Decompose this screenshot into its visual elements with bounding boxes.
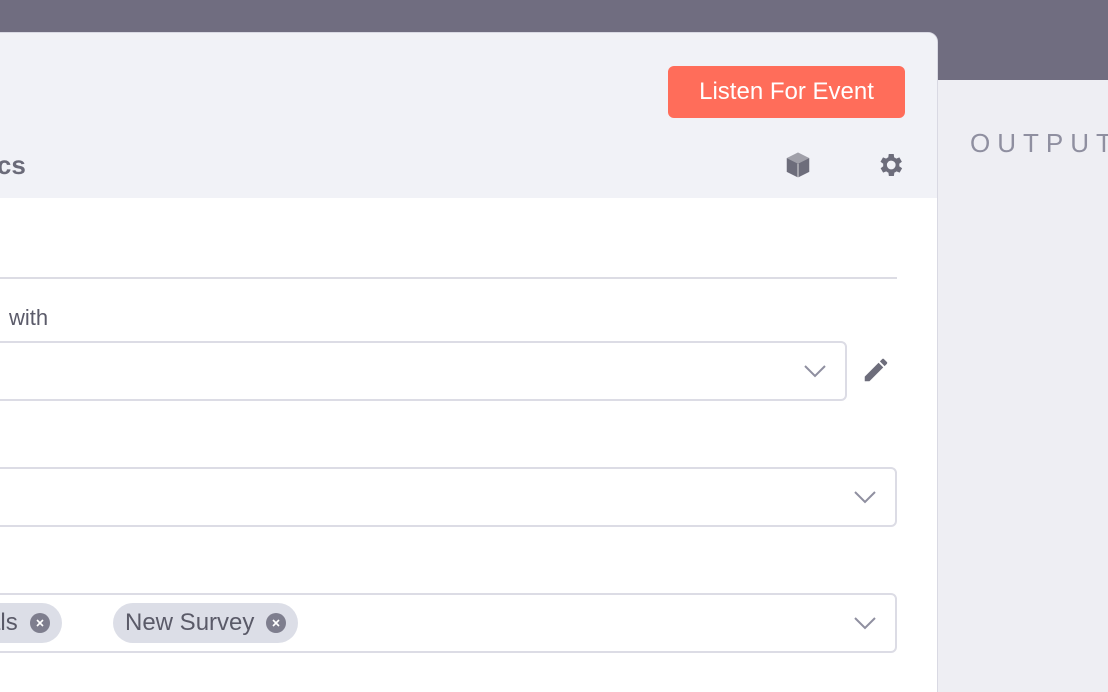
tag-label: Goals — [0, 609, 18, 636]
selected-tag: New Survey — [113, 603, 299, 643]
chevron-down-icon — [853, 613, 877, 633]
close-circle-icon[interactable] — [266, 613, 287, 633]
pencil-icon[interactable] — [859, 353, 893, 387]
section-divider — [0, 277, 897, 279]
chevron-down-icon — [853, 487, 877, 507]
box-icon[interactable] — [781, 148, 815, 182]
gear-icon[interactable] — [873, 148, 907, 182]
multi-select-row-3[interactable]: Goals New Survey — [0, 593, 897, 653]
tab-docs[interactable]: ocs — [0, 150, 26, 181]
tag-label: New Survey — [125, 609, 255, 636]
credential-select[interactable] — [0, 341, 847, 401]
close-circle-icon[interactable] — [29, 613, 50, 633]
panel-header: Listen For Event ocs — [0, 33, 937, 198]
node-settings-panel: Listen For Event ocs with l — [0, 32, 938, 692]
selected-tag: Goals — [0, 603, 62, 643]
output-title: OUTPUT — [970, 128, 1108, 158]
field-label: with — [9, 305, 49, 330]
chevron-down-icon — [803, 361, 827, 381]
listen-for-event-button[interactable]: Listen For Event — [668, 66, 905, 118]
multi-select-row-2[interactable]: l — [0, 467, 897, 527]
